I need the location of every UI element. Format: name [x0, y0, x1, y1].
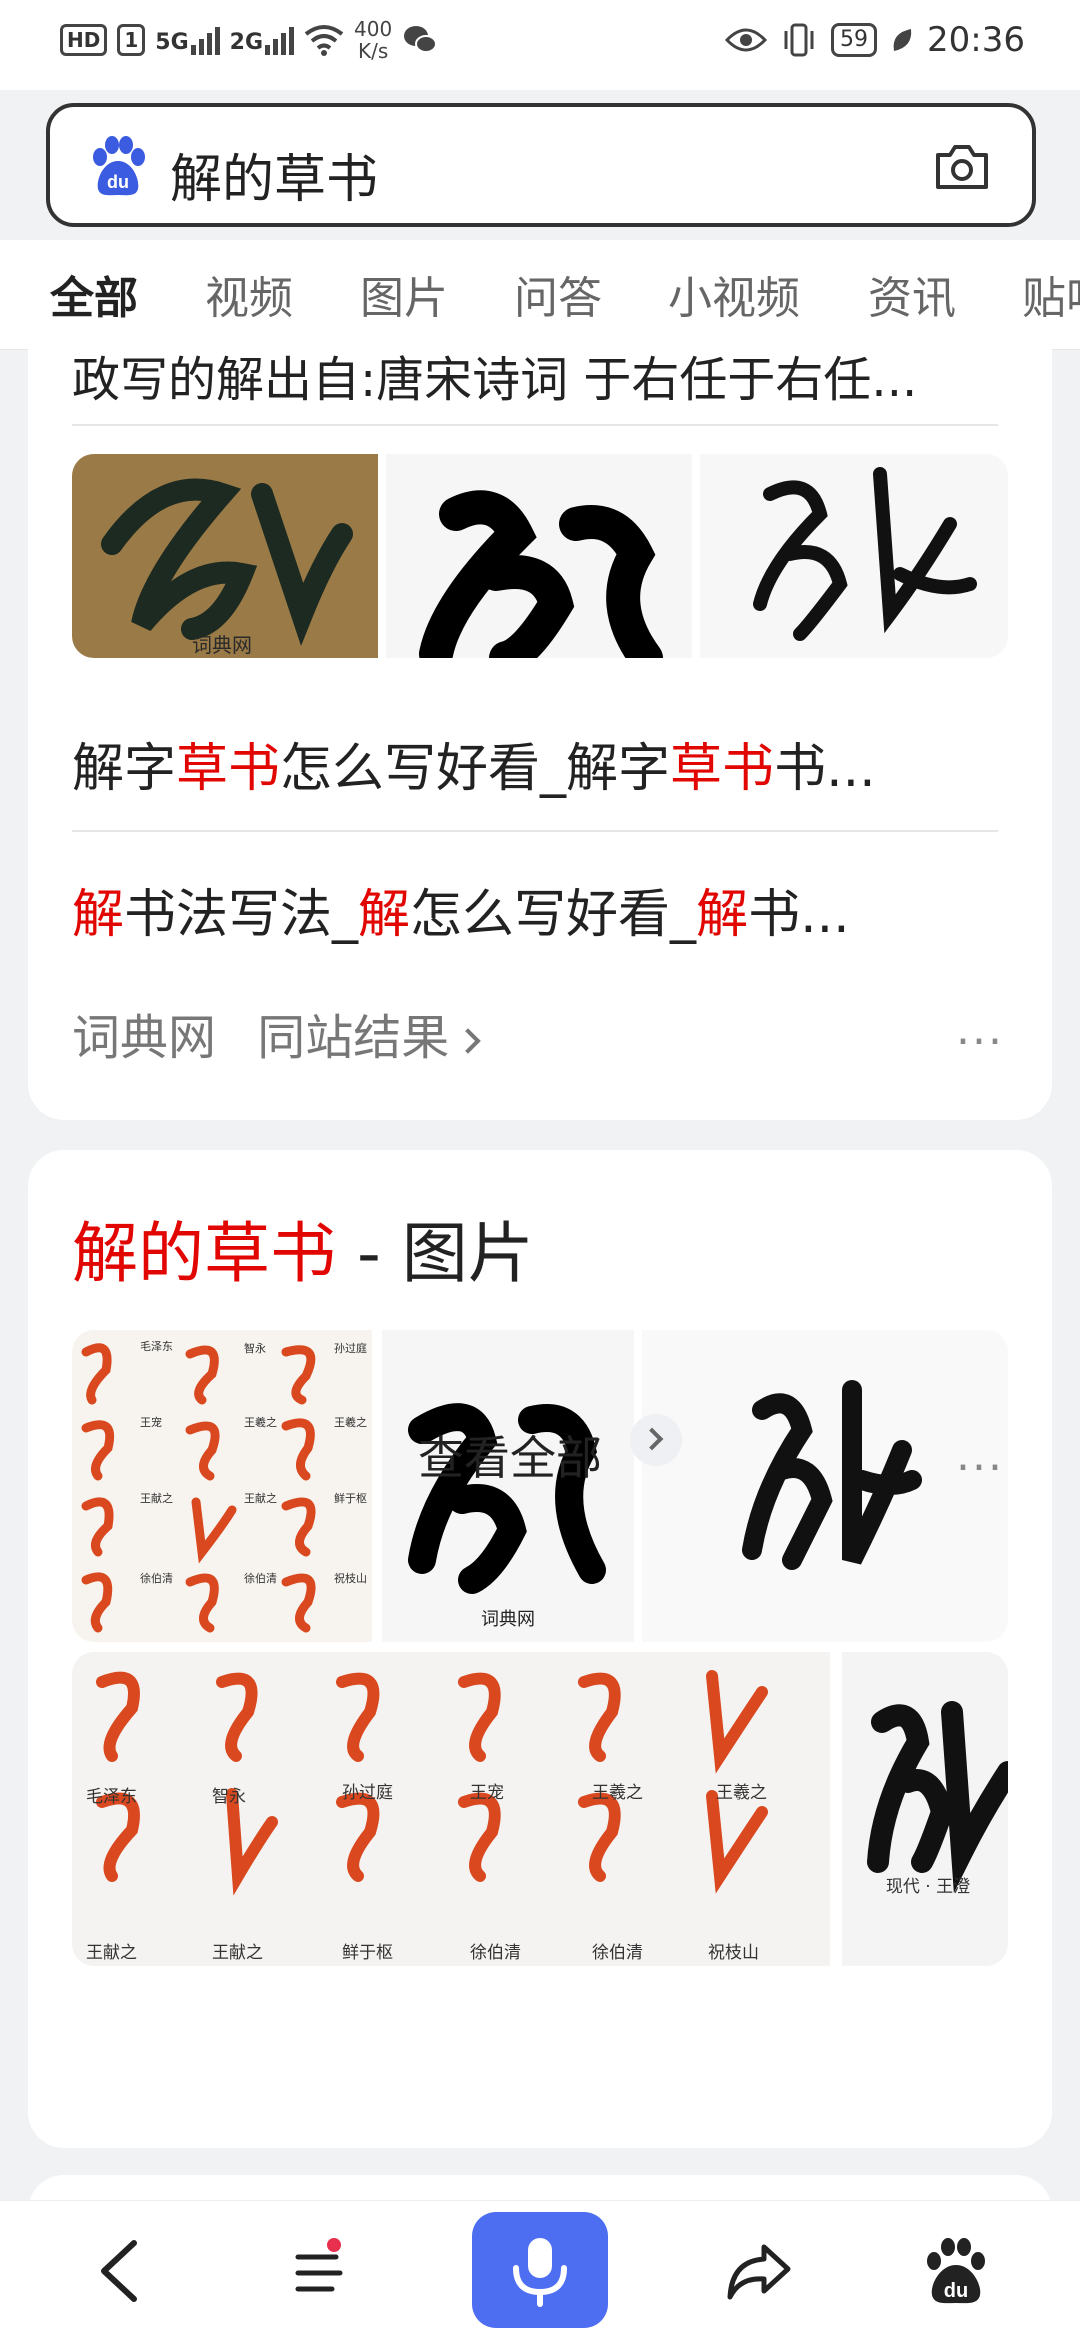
- image-results-title[interactable]: 解的草书 - 图片: [72, 1200, 534, 1296]
- baidu-logo-icon[interactable]: du: [86, 135, 150, 199]
- menu-icon[interactable]: [282, 2231, 362, 2311]
- result-snippet[interactable]: 政写的解出自:唐宋诗词 于右任于右任...: [72, 340, 917, 410]
- grid-label: 鲜于枢: [334, 1491, 367, 1505]
- status-bar: HD 1 5G 2G 400 K/s 59 20:36: [0, 0, 1080, 90]
- grid-label: 王献之: [244, 1491, 277, 1505]
- grid-label: 孙过庭: [334, 1341, 367, 1355]
- image-calligraphy-modern[interactable]: 现代 · 王澄: [842, 1652, 1008, 1966]
- comparison-label: 徐伯清: [470, 1943, 521, 1963]
- tab-news[interactable]: 资讯: [868, 262, 956, 326]
- svg-text:du: du: [944, 2280, 968, 2302]
- grid-label: 徐伯清: [244, 1571, 277, 1585]
- image-results-card: [28, 1150, 1052, 2148]
- image-calligraphy-brush[interactable]: [642, 1330, 1008, 1642]
- microphone-icon: [513, 2238, 567, 2307]
- comparison-label: 王献之: [212, 1943, 263, 1963]
- search-input[interactable]: 解的草书: [170, 137, 378, 212]
- divider: [72, 424, 998, 426]
- sim-badge: 1: [117, 24, 146, 56]
- voice-search-button[interactable]: [472, 2212, 608, 2328]
- more-options-button[interactable]: ...: [956, 1004, 1004, 1055]
- divider: [72, 830, 998, 832]
- calligraphy-thumbnail-2[interactable]: [386, 454, 692, 658]
- bottom-nav: du: [0, 2200, 1080, 2340]
- signal-2g: 2G: [230, 25, 295, 55]
- comparison-label: 徐伯清: [592, 1943, 643, 1963]
- image-watermark: 词典网: [481, 1609, 535, 1630]
- notification-dot: [327, 2238, 341, 2252]
- leaf-icon: [893, 29, 912, 51]
- tab-video[interactable]: 视频: [205, 262, 293, 326]
- clock: 20:36: [927, 20, 1025, 60]
- image-calligraphy-grid[interactable]: 毛泽东 智永 孙过庭 王宠 王羲之 王羲之 王献之 王献之 鲜于枢 徐伯清 徐伯…: [72, 1330, 372, 1642]
- grid-label: 智永: [244, 1341, 266, 1355]
- eye-icon: [725, 28, 768, 52]
- tab-images[interactable]: 图片: [360, 262, 448, 326]
- search-bar[interactable]: du 解的草书: [46, 103, 1036, 227]
- vibrate-icon: [784, 23, 814, 57]
- comparison-label: 王羲之: [716, 1783, 767, 1803]
- net-speed: 400 K/s: [354, 17, 393, 63]
- more-options-button[interactable]: ...: [956, 1430, 1004, 1481]
- comparison-label: 鲜于枢: [342, 1943, 393, 1963]
- tab-tieba[interactable]: 贴吧: [1022, 262, 1080, 326]
- grid-label: 王羲之: [334, 1415, 367, 1429]
- tab-short-video[interactable]: 小视频: [668, 262, 800, 326]
- image-calligraphy-comparison[interactable]: 毛泽东 智永 孙过庭 王宠 王羲之 王羲之 王献之 王献之 鲜于枢 徐伯清 徐伯…: [72, 1652, 830, 1966]
- svg-text:du: du: [107, 172, 129, 192]
- wechat-icon: [404, 26, 438, 53]
- comparison-label: 毛泽东: [86, 1787, 137, 1807]
- baidu-home-icon[interactable]: du: [916, 2231, 996, 2311]
- comparison-label: 智永: [212, 1787, 246, 1807]
- same-site-results-link[interactable]: 同站结果: [257, 1010, 449, 1066]
- source-row: 词典网 同站结果: [72, 998, 482, 1068]
- grid-label: 毛泽东: [140, 1340, 173, 1353]
- comparison-label: 王献之: [86, 1943, 137, 1963]
- thumbnail-watermark: 词典网: [192, 633, 252, 657]
- grid-label: 祝枝山: [334, 1571, 367, 1585]
- source-name: 词典网: [72, 1010, 217, 1066]
- grid-label: 徐伯清: [140, 1571, 173, 1585]
- view-all-button[interactable]: 查看全部: [418, 1422, 602, 1488]
- back-arrow-icon[interactable]: [82, 2231, 162, 2311]
- grid-label: 王献之: [140, 1491, 173, 1505]
- calligraphy-thumbnail-1[interactable]: 词典网: [72, 454, 378, 658]
- comparison-label: 祝枝山: [708, 1943, 759, 1963]
- share-icon[interactable]: [718, 2231, 798, 2311]
- tab-all[interactable]: 全部: [50, 262, 138, 326]
- comparison-label: 王宠: [470, 1783, 504, 1803]
- hd-badge: HD: [60, 24, 108, 56]
- chevron-right-icon: [640, 1427, 664, 1451]
- signal-bars-icon: [190, 25, 220, 55]
- result-link-1[interactable]: 解字草书怎么写好看_解字草书书...: [72, 726, 876, 801]
- calligraphy-thumbnail-3[interactable]: [700, 454, 1008, 658]
- signal-bars-icon: [265, 25, 295, 55]
- image-caption: 现代 · 王澄: [886, 1877, 970, 1897]
- view-all-arrow[interactable]: [630, 1414, 682, 1466]
- grid-label: 王宠: [140, 1415, 162, 1429]
- chevron-right-icon: [455, 1028, 482, 1054]
- result-link-2[interactable]: 解书法写法_解怎么写好看_解书...: [72, 872, 850, 947]
- battery-indicator: 59: [831, 23, 878, 57]
- comparison-label: 王羲之: [592, 1783, 643, 1803]
- signal-5g: 5G: [155, 25, 220, 55]
- camera-icon[interactable]: [932, 141, 992, 193]
- grid-label: 王羲之: [244, 1415, 277, 1429]
- wifi-icon: [304, 25, 344, 56]
- tab-qa[interactable]: 问答: [514, 262, 602, 326]
- comparison-label: 孙过庭: [342, 1783, 393, 1803]
